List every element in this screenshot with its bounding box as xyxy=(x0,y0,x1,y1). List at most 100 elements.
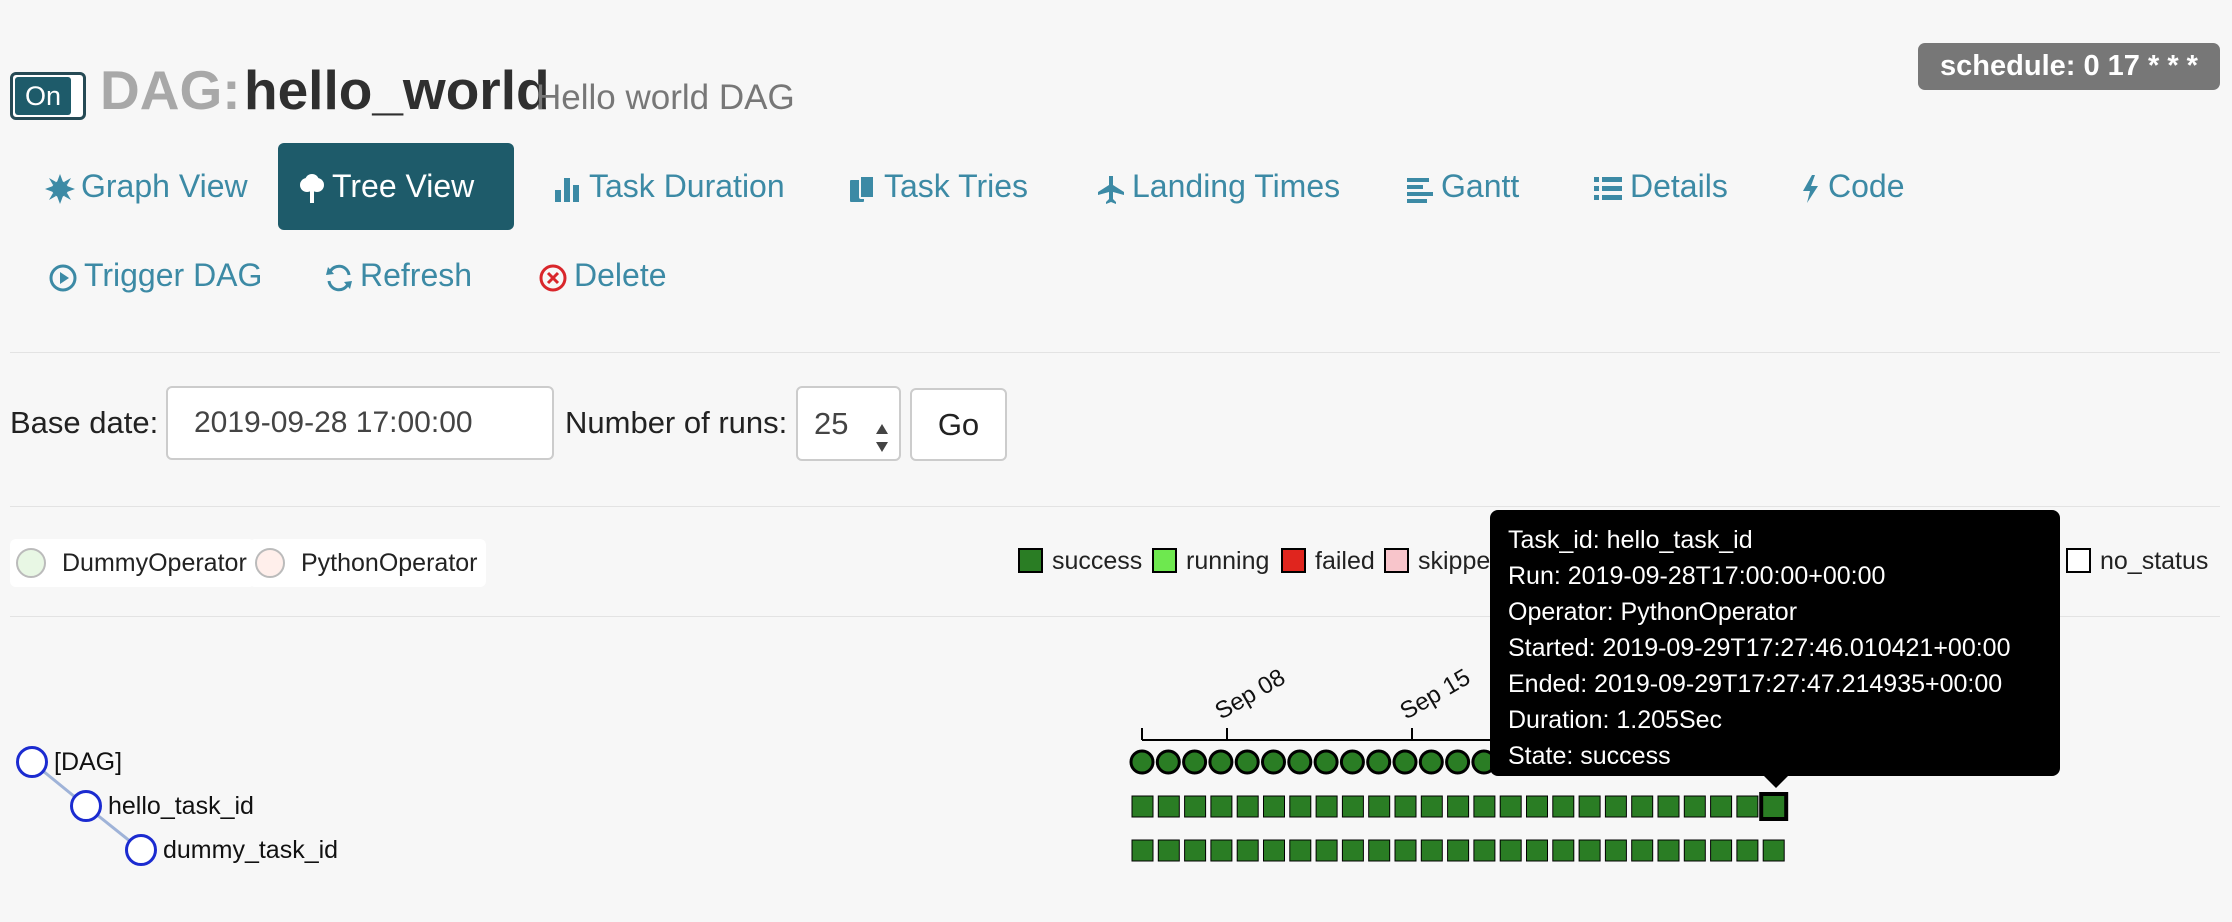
legend-swatch xyxy=(1152,548,1177,573)
tooltip-arrow xyxy=(1764,776,1788,788)
task-instance-dummy[interactable] xyxy=(1420,839,1443,862)
task-instance-dummy[interactable] xyxy=(1762,839,1785,862)
task-instance-dummy[interactable] xyxy=(1499,839,1522,862)
delete-button[interactable]: Delete xyxy=(518,232,687,319)
dag-run-circle[interactable] xyxy=(1366,749,1392,775)
operator-label: DummyOperator xyxy=(62,549,247,577)
task-instance-dummy[interactable] xyxy=(1289,839,1312,862)
task-instance-dummy[interactable] xyxy=(1473,839,1496,862)
list-icon xyxy=(1592,174,1624,204)
task-instance-dummy[interactable] xyxy=(1236,839,1259,862)
num-runs-label: Number of runs: xyxy=(565,405,788,440)
legend-running: running xyxy=(1152,543,1269,579)
task-instance-hello[interactable] xyxy=(1736,795,1759,818)
task-instance-dummy[interactable] xyxy=(1394,839,1417,862)
tooltip-line: Run: 2019-09-28T17:00:00+00:00 xyxy=(1508,562,1886,590)
dag-run-circle[interactable] xyxy=(1155,749,1181,775)
dag-run-circle[interactable] xyxy=(1234,749,1260,775)
task-instance-dummy[interactable] xyxy=(1368,839,1391,862)
select-arrows-icon xyxy=(875,408,889,479)
task-instance-hello[interactable] xyxy=(1657,795,1680,818)
task-instance-dummy[interactable] xyxy=(1631,839,1654,862)
tab-task-duration[interactable]: Task Duration xyxy=(533,143,805,230)
task-instance-hello[interactable] xyxy=(1473,795,1496,818)
task-instance-dummy[interactable] xyxy=(1157,839,1180,862)
task-instance-dummy[interactable] xyxy=(1526,839,1548,862)
task-instance-dummy[interactable] xyxy=(1657,839,1680,862)
tab-gantt[interactable]: Gantt xyxy=(1385,143,1539,230)
tab-gantt-label: Gantt xyxy=(1441,168,1520,204)
task-instance-hello[interactable] xyxy=(1236,795,1259,818)
task-instance-dummy[interactable] xyxy=(1578,839,1601,862)
task-instance-hello[interactable] xyxy=(1131,795,1154,818)
task-instance-dummy[interactable] xyxy=(1683,839,1706,862)
task-instance-dummy[interactable] xyxy=(1604,839,1627,862)
tooltip-line: Operator: PythonOperator xyxy=(1508,598,1798,626)
task-instance-hello[interactable] xyxy=(1184,795,1207,818)
task-instance-hello[interactable] xyxy=(1157,795,1180,818)
task-instance-dummy[interactable] xyxy=(1315,839,1338,862)
dag-run-circle[interactable] xyxy=(1445,749,1471,775)
dag-run-circle[interactable] xyxy=(1129,749,1155,775)
num-runs-select[interactable]: 25 xyxy=(796,386,901,461)
task-instance-hello[interactable] xyxy=(1552,795,1575,818)
dag-run-circle[interactable] xyxy=(1182,749,1208,775)
tab-tree-view[interactable]: Tree View xyxy=(278,143,514,230)
dag-run-circle[interactable] xyxy=(1313,749,1339,775)
dag-run-circle[interactable] xyxy=(1261,749,1286,775)
task-instance-dummy[interactable] xyxy=(1736,839,1759,862)
schedule-badge: schedule: 0 17 * * * xyxy=(1918,43,2220,90)
title-prefix: DAG: xyxy=(100,59,241,121)
tree-node-hello-task[interactable] xyxy=(70,790,102,822)
divider xyxy=(10,506,2220,507)
dag-run-circle[interactable] xyxy=(1339,749,1365,775)
sun-icon xyxy=(45,173,75,204)
dag-run-circle[interactable] xyxy=(1392,749,1418,775)
tab-graph-view-label: Graph View xyxy=(81,168,248,204)
task-instance-hello[interactable] xyxy=(1289,795,1312,818)
task-instance-dummy[interactable] xyxy=(1210,839,1233,862)
task-instance-hello[interactable] xyxy=(1631,795,1654,818)
go-button[interactable]: Go xyxy=(910,388,1007,461)
task-instance-dummy[interactable] xyxy=(1447,839,1470,862)
operator-legend-python: PythonOperator xyxy=(249,539,486,587)
task-instance-dummy[interactable] xyxy=(1341,839,1364,862)
task-instance-hello[interactable] xyxy=(1578,795,1601,818)
task-instance-hello[interactable] xyxy=(1394,795,1417,818)
task-instance-dummy[interactable] xyxy=(1552,839,1575,862)
task-instance-dummy[interactable] xyxy=(1131,839,1154,862)
tab-task-tries[interactable]: Task Tries xyxy=(828,143,1048,230)
task-instance-hello[interactable] xyxy=(1499,795,1522,818)
tab-code[interactable]: Code xyxy=(1780,143,1925,230)
dag-run-circle[interactable] xyxy=(1287,749,1313,775)
tree-node-dag[interactable] xyxy=(16,746,48,778)
dag-run-circle[interactable] xyxy=(1418,749,1444,775)
task-instance-dummy[interactable] xyxy=(1263,839,1285,862)
operator-dot xyxy=(16,548,46,578)
dag-on-toggle[interactable]: On xyxy=(10,72,86,120)
refresh-button[interactable]: Refresh xyxy=(304,232,492,319)
task-instance-hello[interactable] xyxy=(1420,795,1443,818)
legend-skipped: skippe xyxy=(1384,543,1490,579)
tab-landing-times[interactable]: Landing Times xyxy=(1076,143,1360,230)
task-instance-hello[interactable] xyxy=(1263,795,1285,818)
trigger-dag-button[interactable]: Trigger DAG xyxy=(28,232,282,319)
task-instance-hello[interactable] xyxy=(1526,795,1548,818)
operator-dot xyxy=(255,548,285,578)
task-instance-hello[interactable] xyxy=(1341,795,1364,818)
task-instance-hello[interactable] xyxy=(1368,795,1391,818)
dag-run-circle[interactable] xyxy=(1208,749,1234,775)
task-instance-hello[interactable] xyxy=(1604,795,1627,818)
task-instance-hello[interactable] xyxy=(1683,795,1706,818)
task-instance-hello[interactable] xyxy=(1710,795,1733,818)
task-instance-hello[interactable] xyxy=(1315,795,1338,818)
task-instance-hovered[interactable] xyxy=(1759,792,1789,821)
task-instance-hello[interactable] xyxy=(1447,795,1470,818)
tab-details[interactable]: Details xyxy=(1572,143,1748,230)
tab-graph-view[interactable]: Graph View xyxy=(25,143,268,230)
task-instance-hello[interactable] xyxy=(1210,795,1233,818)
task-instance-dummy[interactable] xyxy=(1710,839,1733,862)
task-instance-dummy[interactable] xyxy=(1184,839,1207,862)
base-date-input[interactable]: 2019-09-28 17:00:00 xyxy=(166,386,554,460)
tree-node-dummy-task[interactable] xyxy=(125,834,157,866)
